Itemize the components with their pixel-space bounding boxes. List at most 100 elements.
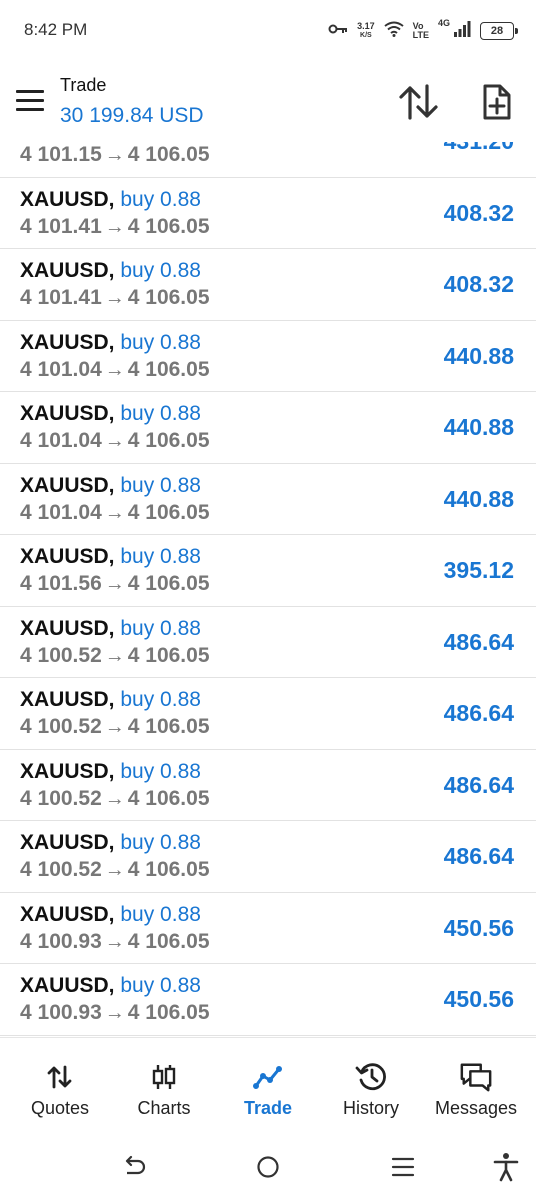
new-document-icon[interactable]: [476, 82, 516, 122]
trade-symbol: XAUUSD,: [20, 688, 115, 711]
trade-open-price: 4 100.93: [20, 1001, 102, 1024]
arrow-right-icon: →: [104, 644, 125, 667]
arrow-right-icon: →: [104, 430, 125, 452]
trade-side: buy 0.88: [120, 759, 201, 783]
trade-open-price: 4 101.41: [20, 286, 102, 309]
trade-profit: 440.88: [443, 485, 514, 512]
back-icon[interactable]: [118, 1151, 150, 1183]
page-title: Trade: [60, 75, 107, 95]
trade-symbol: XAUUSD,: [20, 831, 115, 854]
trade-current-price: 4 106.05: [127, 1001, 210, 1024]
trade-prices: 4 100.52 → 4 106.05: [20, 858, 210, 882]
trade-prices: 4 100.52 → 4 106.05: [20, 715, 210, 739]
trade-row[interactable]: XAUUSD, buy 0.88 4 100.52 → 4 106.05 486.64: [0, 750, 536, 821]
trade-prices: 4 101.04 → 4 106.05: [20, 501, 210, 525]
nav-quotes[interactable]: Quotes: [10, 1038, 110, 1136]
arrow-right-icon: →: [104, 787, 125, 810]
trade-side: buy 0.88: [120, 259, 201, 282]
sort-icon[interactable]: [398, 84, 440, 120]
trade-list[interactable]: XAUUSD, buy 0.884 101.15→4 106.05431.20X…: [0, 142, 536, 1036]
trade-title: XAUUSD, buy 0.88: [20, 545, 201, 569]
trade-side: buy 0.88: [120, 902, 201, 926]
trade-row[interactable]: XAUUSD, buy 0.88 4 101.04 → 4 106.05 440.88: [0, 392, 536, 464]
trade-prices: 4 101.56 → 4 106.05: [20, 572, 210, 596]
trade-profit: 450.56: [443, 914, 514, 941]
trade-current-price: 4 106.05: [127, 143, 210, 166]
arrow-right-icon: →: [104, 573, 125, 595]
nav-charts[interactable]: Charts: [114, 1038, 214, 1136]
trade-prices: 4 101.41 → 4 106.05: [20, 286, 210, 310]
trade-side: buy 0.88: [120, 974, 201, 997]
arrow-right-icon: →: [104, 287, 125, 309]
trade-side: buy 0.88: [120, 187, 201, 211]
trade-profit: 450.56: [443, 986, 514, 1012]
trade-prices: 4 101.04 → 4 106.05: [20, 429, 210, 453]
trade-profit: 440.88: [443, 414, 514, 440]
trade-open-price: 4 101.04: [20, 500, 102, 524]
trade-current-price: 4 106.05: [127, 858, 210, 881]
trade-current-price: 4 106.05: [127, 643, 210, 667]
trade-current-price: 4 106.05: [127, 357, 210, 381]
nav-messages[interactable]: Messages: [424, 1038, 528, 1136]
trade-row[interactable]: XAUUSD, buy 0.88 4 100.93 → 4 106.05 450.56: [0, 964, 536, 1036]
nav-label-quotes: Quotes: [30, 1098, 90, 1118]
trade-profit: 395.12: [443, 557, 514, 583]
trade-profit: 408.32: [443, 199, 514, 226]
battery-icon: 28: [480, 22, 518, 40]
trade-title: XAUUSD, buy 0.88: [20, 188, 201, 212]
trade-open-price: 4 101.41: [20, 214, 102, 238]
trade-row[interactable]: XAUUSD, buy 0.88 4 101.41 → 4 106.05 408.32: [0, 178, 536, 249]
net-speed-unit: K/S: [360, 32, 372, 39]
arrow-right-icon: →: [104, 716, 125, 738]
trade-side: buy 0.88: [120, 330, 201, 354]
wifi-icon: [384, 21, 404, 42]
app-header: Trade 30 199.84 USD: [0, 62, 536, 142]
arrow-right-icon: →: [104, 501, 125, 524]
trade-current-price: 4 106.05: [127, 500, 210, 524]
arrow-right-icon: →: [104, 930, 125, 953]
trade-open-price: 4 101.04: [20, 357, 102, 381]
trade-profit: 486.64: [443, 843, 514, 869]
trade-row[interactable]: XAUUSD, buy 0.88 4 101.04 → 4 106.05 440.88: [0, 321, 536, 392]
trade-symbol: XAUUSD,: [20, 974, 115, 997]
nav-trade[interactable]: Trade: [218, 1038, 318, 1136]
nav-label-history: History: [342, 1098, 399, 1118]
trade-side: buy 0.88: [120, 616, 201, 640]
trade-side: buy 0.88: [120, 473, 201, 497]
home-icon[interactable]: [252, 1151, 284, 1183]
accessibility-icon[interactable]: [490, 1151, 522, 1183]
trade-row[interactable]: XAUUSD, buy 0.884 101.15→4 106.05431.20: [0, 142, 536, 178]
nav-label-messages: Messages: [434, 1098, 518, 1118]
trade-current-price: 4 106.05: [127, 786, 210, 810]
trade-title: XAUUSD, buy 0.88: [20, 688, 201, 712]
trade-open-price: 4 100.52: [20, 858, 102, 881]
trade-title: XAUUSD, buy 0.88: [20, 617, 201, 641]
trade-row[interactable]: XAUUSD, buy 0.88 4 100.52 → 4 106.05 486.64: [0, 607, 536, 678]
trade-profit: 431.20: [444, 142, 514, 155]
nav-history[interactable]: History: [321, 1038, 421, 1136]
trade-side: buy 0.88: [120, 688, 201, 711]
trade-prices: 4 100.93 → 4 106.05: [20, 930, 210, 954]
arrow-right-icon: →: [104, 144, 125, 166]
trade-row[interactable]: XAUUSD, buy 0.88 4 100.93 → 4 106.05 450.56: [0, 893, 536, 964]
trade-title: XAUUSD, buy 0.88: [20, 831, 201, 855]
trade-symbol: XAUUSD,: [20, 545, 115, 568]
trade-open-price: 4 100.93: [20, 929, 102, 953]
status-icons: 3.17 K/S Vo LTE 4G 28: [328, 16, 518, 46]
trade-current-price: 4 106.05: [127, 715, 210, 738]
trade-current-price: 4 106.05: [127, 214, 210, 238]
trade-row[interactable]: XAUUSD, buy 0.88 4 101.41 → 4 106.05 408.32: [0, 249, 536, 321]
trade-row[interactable]: XAUUSD, buy 0.88 4 100.52 → 4 106.05 486.64: [0, 678, 536, 750]
trade-symbol: XAUUSD,: [20, 402, 115, 425]
menu-icon[interactable]: [16, 90, 44, 112]
trade-symbol: XAUUSD,: [20, 259, 115, 282]
trade-prices: 4 100.52 → 4 106.05: [20, 787, 210, 811]
trade-row[interactable]: XAUUSD, buy 0.88 4 101.04 → 4 106.05 440.88: [0, 464, 536, 535]
trade-title: XAUUSD, buy 0.88: [20, 331, 201, 355]
volte-bottom: LTE: [412, 30, 429, 40]
trade-row[interactable]: XAUUSD, buy 0.88 4 100.52 → 4 106.05 486.64: [0, 821, 536, 893]
trade-row[interactable]: XAUUSD, buy 0.88 4 101.56 → 4 106.05 395.12: [0, 535, 536, 607]
bottom-nav: Quotes Charts Trade History Messages: [0, 1037, 536, 1135]
trade-open-price: 4 100.52: [20, 715, 102, 738]
recents-icon[interactable]: [387, 1151, 419, 1183]
